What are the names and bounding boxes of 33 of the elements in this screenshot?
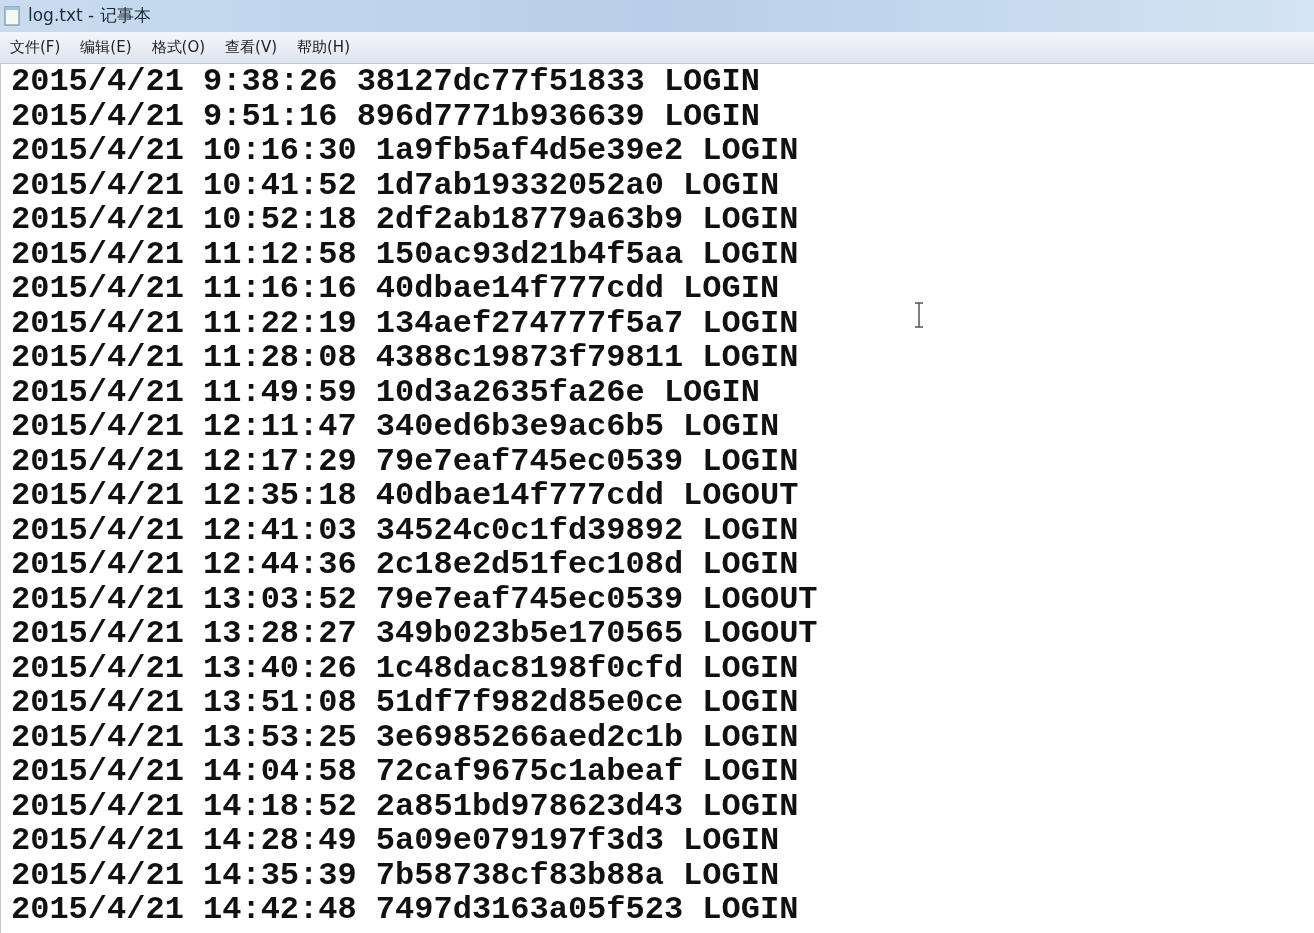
window-title: log.txt - 记事本 [28,4,151,28]
text-line: 2015/4/21 11:49:59 10d3a2635fa26e LOGIN [11,375,760,410]
text-line: 2015/4/21 10:52:18 2df2ab18779a63b9 LOGIN [11,203,799,238]
menu-item[interactable]: 文件(F) [2,36,69,59]
text-line: 2015/4/21 12:44:36 2c18e2d51fec108d LOGIN [11,548,799,583]
text-line: 2015/4/21 11:28:08 4388c19873f79811 LOGIN [11,341,799,376]
text-line: 2015/4/21 11:22:19 134aef274777f5a7 LOGIN [11,306,799,341]
text-line: 2015/4/21 13:53:25 3e6985266aed2c1b LOGIN [11,720,799,755]
text-line: 2015/4/21 11:16:16 40dbae14f777cdd LOGIN [11,272,780,307]
text-line: 2015/4/21 11:12:58 150ac93d21b4f5aa LOGIN [11,237,799,272]
menu-item[interactable]: 查看(V) [217,36,285,59]
text-line: 2015/4/21 10:16:30 1a9fb5af4d5e39e2 LOGIN [11,134,799,169]
text-line: 2015/4/21 12:35:18 40dbae14f777cdd LOGOUT [11,479,799,514]
text-line: 2015/4/21 13:03:52 79e7eaf745ec0539 LOGOUT [11,582,818,617]
text-cursor-icon [914,302,924,328]
text-line: 2015/4/21 10:41:52 1d7ab19332052a0 LOGIN [11,168,780,203]
text-line: 2015/4/21 13:40:26 1c48dac8198f0cfd LOGIN [11,651,799,686]
text-line: 2015/4/21 13:28:27 349b023b5e170565 LOGOUT [11,617,818,652]
text-line: 2015/4/21 13:51:08 51df7f982d85e0ce LOGIN [11,686,799,721]
menu-item[interactable]: 帮助(H) [289,36,358,59]
text-line: 2015/4/21 12:17:29 79e7eaf745ec0539 LOGIN [11,444,799,479]
text-line: 2015/4/21 14:04:58 72caf9675c1abeaf LOGIN [11,755,799,790]
text-line: 2015/4/21 14:18:52 2a851bd978623d43 LOGIN [11,789,799,824]
text-line: 2015/4/21 9:51:16 896d7771b936639 LOGIN [11,99,760,134]
notepad-icon [4,6,20,26]
text-line: 2015/4/21 14:42:48 7497d3163a05f523 LOGIN [11,893,799,928]
menu-item[interactable]: 格式(O) [143,36,214,59]
menu-item[interactable]: 编辑(E) [72,36,140,59]
text-line: 2015/4/21 12:41:03 34524c0c1fd39892 LOGIN [11,513,799,548]
text-line: 2015/4/21 14:35:39 7b58738cf83b88a LOGIN [11,858,780,893]
text-line: 2015/4/21 14:28:49 5a09e079197f3d3 LOGIN [11,824,780,859]
text-line: 2015/4/21 9:38:26 38127dc77f51833 LOGIN [11,65,760,100]
text-line: 2015/4/21 12:11:47 340ed6b3e9ac6b5 LOGIN [11,410,780,445]
